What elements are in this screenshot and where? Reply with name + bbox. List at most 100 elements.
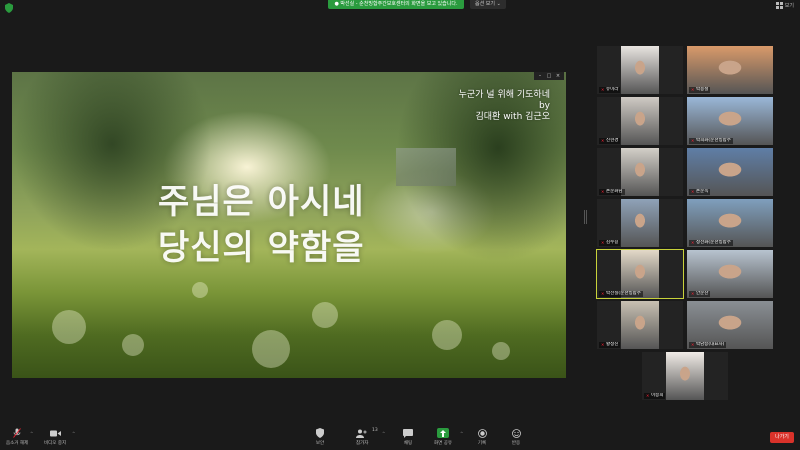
participant-name-tag: ✕ 신현경 bbox=[599, 138, 621, 144]
microphone-muted-icon: ✕ bbox=[601, 342, 605, 347]
security-button[interactable]: 보안 bbox=[314, 428, 326, 446]
participant-tile[interactable]: ✕ 박남승(대표자) bbox=[687, 301, 773, 349]
participant-name: 유미라 bbox=[606, 87, 619, 92]
bokeh-light bbox=[432, 320, 462, 350]
participant-name: 박남승(대표자) bbox=[696, 342, 725, 347]
participant-tile[interactable]: ✕ 김수길 bbox=[597, 199, 683, 247]
microphone-muted-icon: ✕ bbox=[691, 342, 695, 347]
microphone-muted-icon: ✕ bbox=[601, 138, 605, 143]
participant-tile[interactable]: ✕ 손순화님 bbox=[597, 148, 683, 196]
lyric-line-1: 주님은 아시네 bbox=[158, 182, 365, 222]
view-options-button[interactable]: 옵션 보기 ⌄ bbox=[470, 0, 506, 9]
song-artist: 김대환 with 김근오 bbox=[475, 112, 551, 122]
participant-name: 안문찬 bbox=[696, 291, 709, 296]
song-credits: 누군가 널 위해 기도하네 by 김대환 with 김근오 bbox=[459, 90, 550, 123]
participant-name: 손순옥 bbox=[696, 189, 709, 194]
participant-name-tag: ✕ 박선실(순천빙합주 bbox=[599, 291, 643, 297]
video-button[interactable]: 비디오 중지 bbox=[44, 428, 66, 446]
participant-name: 황정진 bbox=[606, 342, 619, 347]
microphone-muted-icon: ✕ bbox=[691, 87, 695, 92]
participant-name: 이승희 bbox=[651, 393, 664, 398]
share-status-banner: ● 박선실 - 순천빙합주간보호센터의 화면을 보고 있습니다. bbox=[328, 0, 464, 9]
security-shield-icon[interactable] bbox=[4, 3, 14, 13]
bokeh-light bbox=[52, 310, 86, 344]
participant-tile[interactable]: ✕ 황정진 bbox=[597, 301, 683, 349]
participants-button[interactable]: 참가자 bbox=[356, 428, 368, 446]
record-button[interactable]: 기록 bbox=[476, 428, 488, 446]
mute-button[interactable]: 음소거 해제 bbox=[6, 428, 28, 446]
meeting-toolbar: 음소거 해제 ^ 비디오 중지 ^ 보안 참가자 13 ^ 채팅 화면 공유 ^ bbox=[0, 424, 800, 450]
participant-video bbox=[621, 46, 659, 94]
participant-video bbox=[621, 97, 659, 145]
chat-button[interactable]: 채팅 bbox=[402, 428, 414, 446]
close-icon[interactable]: × bbox=[555, 73, 561, 79]
reactions-button[interactable]: 반응 bbox=[510, 428, 522, 446]
mute-label: 음소거 해제 bbox=[6, 441, 29, 446]
participant-name-tag: ✕ 황정진 bbox=[599, 342, 621, 348]
participant-tile[interactable]: ✕ 손순옥 bbox=[687, 148, 773, 196]
share-screen-button[interactable]: 화면 공유 bbox=[434, 428, 452, 446]
participant-tile[interactable]: ✕ 박희화(순천빙합주 bbox=[687, 97, 773, 145]
resize-handle[interactable] bbox=[584, 210, 587, 224]
participant-tile[interactable]: ✕ 박용철 bbox=[687, 46, 773, 94]
participant-name-tag: ✕ 손순화님 bbox=[599, 189, 625, 195]
song-title: 누군가 널 위해 기도하네 bbox=[458, 90, 550, 100]
participant-tile[interactable]: ✕ 신현경 bbox=[597, 97, 683, 145]
record-icon bbox=[476, 428, 488, 438]
chevron-up-icon[interactable]: ^ bbox=[72, 431, 75, 436]
video-label: 비디오 중지 bbox=[44, 441, 67, 446]
participant-name: 정선화(순천빙합주 bbox=[696, 240, 731, 245]
chevron-up-icon[interactable]: ^ bbox=[382, 431, 385, 436]
chat-bubble-icon bbox=[402, 428, 414, 438]
gallery-view-icon bbox=[775, 2, 783, 9]
participant-tile[interactable]: ✕ 이승희 bbox=[642, 352, 728, 400]
bokeh-light bbox=[312, 302, 338, 328]
participant-tile[interactable]: ✕ 안문찬 bbox=[687, 250, 773, 298]
bokeh-light bbox=[122, 334, 144, 356]
view-button[interactable]: 보기 bbox=[775, 2, 794, 9]
participant-tile[interactable]: ✕ 정선화(순천빙합주 bbox=[687, 199, 773, 247]
shared-screen: 누군가 널 위해 기도하네 by 김대환 with 김근오 주님은 아시네 당신… bbox=[12, 72, 566, 378]
bokeh-light bbox=[192, 282, 208, 298]
smiley-icon bbox=[510, 428, 522, 438]
participant-name: 박희화(순천빙합주 bbox=[696, 138, 731, 143]
participant-name-tag: ✕ 박희화(순천빙합주 bbox=[689, 138, 733, 144]
restore-icon[interactable]: □ bbox=[546, 73, 552, 79]
participant-name-tag: ✕ 손순옥 bbox=[689, 189, 711, 195]
participant-tile[interactable]: ✕ 유미라 bbox=[597, 46, 683, 94]
song-by: by bbox=[538, 101, 550, 111]
lyric-line-2: 당신의 약함을 bbox=[158, 228, 365, 268]
microphone-muted-icon: ✕ bbox=[691, 138, 695, 143]
participant-name: 신현경 bbox=[606, 138, 619, 143]
reactions-label: 반응 bbox=[511, 441, 521, 446]
chevron-up-icon[interactable]: ^ bbox=[460, 431, 463, 436]
microphone-muted-icon bbox=[11, 428, 23, 438]
participant-name-tag: ✕ 정선화(순천빙합주 bbox=[689, 240, 733, 246]
participant-name: 박선실(순천빙합주 bbox=[606, 291, 641, 296]
security-label: 보안 bbox=[315, 441, 325, 446]
participant-name-tag: ✕ 김수길 bbox=[599, 240, 621, 246]
minimize-icon[interactable]: – bbox=[537, 73, 543, 79]
view-label: 보기 bbox=[784, 3, 794, 9]
participant-name-tag: ✕ 이승희 bbox=[644, 393, 666, 399]
participant-video bbox=[621, 148, 659, 196]
participant-name-tag: ✕ 박남승(대표자) bbox=[689, 342, 727, 348]
participant-name-tag: ✕ 안문찬 bbox=[689, 291, 711, 297]
participant-name: 김수길 bbox=[606, 240, 619, 245]
participant-name: 박용철 bbox=[696, 87, 709, 92]
leave-meeting-button[interactable]: 나가기 bbox=[770, 432, 794, 443]
participant-tile[interactable]: ✕ 박선실(순천빙합주 bbox=[596, 249, 684, 299]
microphone-muted-icon: ✕ bbox=[601, 240, 605, 245]
record-label: 기록 bbox=[477, 441, 487, 446]
chevron-up-icon[interactable]: ^ bbox=[30, 431, 33, 436]
share-label: 화면 공유 bbox=[434, 441, 452, 446]
participant-name-tag: ✕ 유미라 bbox=[599, 87, 621, 93]
microphone-muted-icon: ✕ bbox=[691, 189, 695, 194]
participant-name-tag: ✕ 박용철 bbox=[689, 87, 711, 93]
bokeh-light bbox=[252, 330, 290, 368]
video-camera-icon bbox=[49, 428, 61, 438]
participants-icon bbox=[356, 428, 368, 438]
bokeh-light bbox=[492, 342, 510, 360]
shield-icon bbox=[314, 428, 326, 438]
microphone-muted-icon: ✕ bbox=[601, 291, 605, 296]
